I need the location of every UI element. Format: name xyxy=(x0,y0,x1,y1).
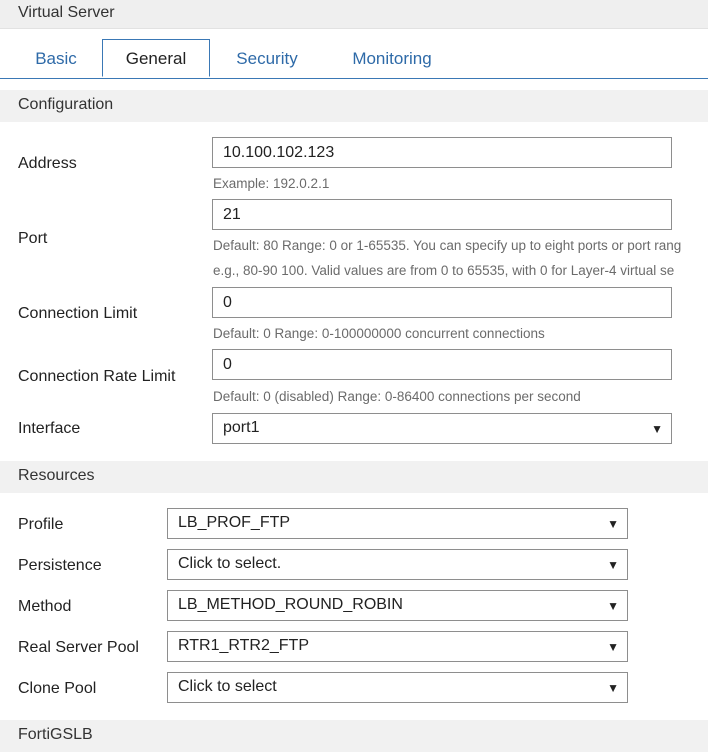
configuration-section-header: Configuration xyxy=(0,90,708,122)
profile-value: LB_PROF_FTP xyxy=(178,514,291,531)
port-hint-line2: e.g., 80-90 100. Valid values are from 0… xyxy=(213,263,675,278)
clone-pool-select[interactable]: Click to select ▼ xyxy=(167,672,628,703)
caret-down-icon: ▼ xyxy=(607,599,619,613)
profile-label: Profile xyxy=(18,516,64,533)
tab-basic[interactable]: Basic xyxy=(16,40,96,77)
tab-general[interactable]: General xyxy=(102,39,210,77)
caret-down-icon: ▼ xyxy=(651,422,663,436)
resources-section-header: Resources xyxy=(0,461,708,493)
caret-down-icon: ▼ xyxy=(607,640,619,654)
connection-limit-label: Connection Limit xyxy=(18,305,138,322)
tab-security[interactable]: Security xyxy=(224,40,310,77)
connection-rate-limit-label: Connection Rate Limit xyxy=(18,368,176,385)
caret-down-icon: ▼ xyxy=(607,558,619,572)
caret-down-icon: ▼ xyxy=(607,517,619,531)
port-label: Port xyxy=(18,230,48,247)
clone-pool-label: Clone Pool xyxy=(18,680,97,697)
window-title: Virtual Server xyxy=(18,4,115,21)
interface-value: port1 xyxy=(223,419,260,436)
address-input[interactable] xyxy=(212,137,672,168)
window-titlebar: Virtual Server xyxy=(0,0,708,29)
address-label: Address xyxy=(18,155,77,172)
tab-bar: Basic General Security Monitoring xyxy=(0,28,708,79)
interface-select[interactable]: port1 ▼ xyxy=(212,413,672,444)
tab-monitoring[interactable]: Monitoring xyxy=(340,40,444,77)
connection-rate-limit-input[interactable] xyxy=(212,349,672,380)
real-server-pool-value: RTR1_RTR2_FTP xyxy=(178,637,309,654)
port-hint-line1: Default: 80 Range: 0 or 1-65535. You can… xyxy=(213,238,682,253)
real-server-pool-select[interactable]: RTR1_RTR2_FTP ▼ xyxy=(167,631,628,662)
profile-select[interactable]: LB_PROF_FTP ▼ xyxy=(167,508,628,539)
connection-rate-limit-hint: Default: 0 (disabled) Range: 0-86400 con… xyxy=(213,389,581,404)
method-select[interactable]: LB_METHOD_ROUND_ROBIN ▼ xyxy=(167,590,628,621)
persistence-value: Click to select. xyxy=(178,555,282,572)
configuration-section-title: Configuration xyxy=(18,96,114,113)
persistence-select[interactable]: Click to select. ▼ xyxy=(167,549,628,580)
connection-limit-hint: Default: 0 Range: 0-100000000 concurrent… xyxy=(213,326,545,341)
method-label: Method xyxy=(18,598,72,615)
interface-label: Interface xyxy=(18,420,81,437)
caret-down-icon: ▼ xyxy=(607,681,619,695)
method-value: LB_METHOD_ROUND_ROBIN xyxy=(178,596,403,613)
port-input[interactable] xyxy=(212,199,672,230)
address-hint: Example: 192.0.2.1 xyxy=(213,176,330,191)
real-server-pool-label: Real Server Pool xyxy=(18,639,139,656)
fortigslb-section-title: FortiGSLB xyxy=(18,726,93,743)
resources-section-title: Resources xyxy=(18,467,95,484)
persistence-label: Persistence xyxy=(18,557,102,574)
clone-pool-value: Click to select xyxy=(178,678,277,695)
fortigslb-section-header: FortiGSLB xyxy=(0,720,708,752)
connection-limit-input[interactable] xyxy=(212,287,672,318)
